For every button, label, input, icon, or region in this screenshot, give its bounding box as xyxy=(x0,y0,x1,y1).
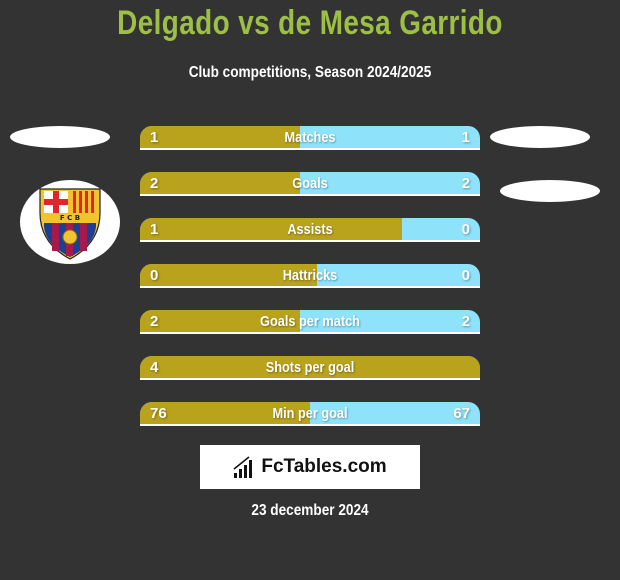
stat-bar-assists: 1 Assists 0 xyxy=(140,218,480,242)
right-player-photo-placeholder xyxy=(490,126,590,148)
left-value: 2 xyxy=(150,313,159,330)
left-value: 1 xyxy=(150,221,159,238)
right-team-logo-placeholder xyxy=(500,180,600,202)
stat-bar-hattricks: 0 Hattricks 0 xyxy=(140,264,480,288)
fc-barcelona-crest-icon: F C B xyxy=(39,188,101,260)
right-value: 67 xyxy=(453,405,470,422)
svg-text:F C B: F C B xyxy=(60,214,80,222)
stat-label: Goals xyxy=(292,175,328,192)
brand-text: FcTables.com xyxy=(261,456,387,477)
stat-bar-goals-per-match: 2 Goals per match 2 xyxy=(140,310,480,334)
page-subtitle: Club competitions, Season 2024/2025 xyxy=(188,64,432,81)
stat-label: Min per goal xyxy=(272,405,348,422)
left-value: 4 xyxy=(150,359,159,376)
left-player-photo-placeholder xyxy=(10,126,110,148)
stat-label: Matches xyxy=(284,129,336,146)
bar-chart-icon xyxy=(233,456,253,478)
right-value: 2 xyxy=(461,175,470,192)
stat-bar-min-per-goal: 76 Min per goal 67 xyxy=(140,402,480,426)
right-value: 1 xyxy=(461,129,470,146)
stat-label: Hattricks xyxy=(282,267,338,284)
left-value: 1 xyxy=(150,129,159,146)
date-label: 23 december 2024 xyxy=(251,502,369,519)
left-value: 76 xyxy=(150,405,167,422)
right-value: 0 xyxy=(461,221,470,238)
right-value: 0 xyxy=(461,267,470,284)
left-value: 0 xyxy=(150,267,159,284)
page-title: Delgado vs de Mesa Garrido xyxy=(117,4,503,42)
stat-label: Assists xyxy=(287,221,333,238)
stat-label: Shots per goal xyxy=(265,359,355,376)
left-team-logo: F C B xyxy=(20,180,120,264)
stat-bar-goals: 2 Goals 2 xyxy=(140,172,480,196)
left-value: 2 xyxy=(150,175,159,192)
fctables-brand-logo[interactable]: FcTables.com xyxy=(200,445,420,489)
stat-label: Goals per match xyxy=(260,313,360,330)
right-value: 2 xyxy=(461,313,470,330)
stat-bar-shots-per-goal: 4 Shots per goal xyxy=(140,356,480,380)
stat-bar-matches: 1 Matches 1 xyxy=(140,126,480,150)
